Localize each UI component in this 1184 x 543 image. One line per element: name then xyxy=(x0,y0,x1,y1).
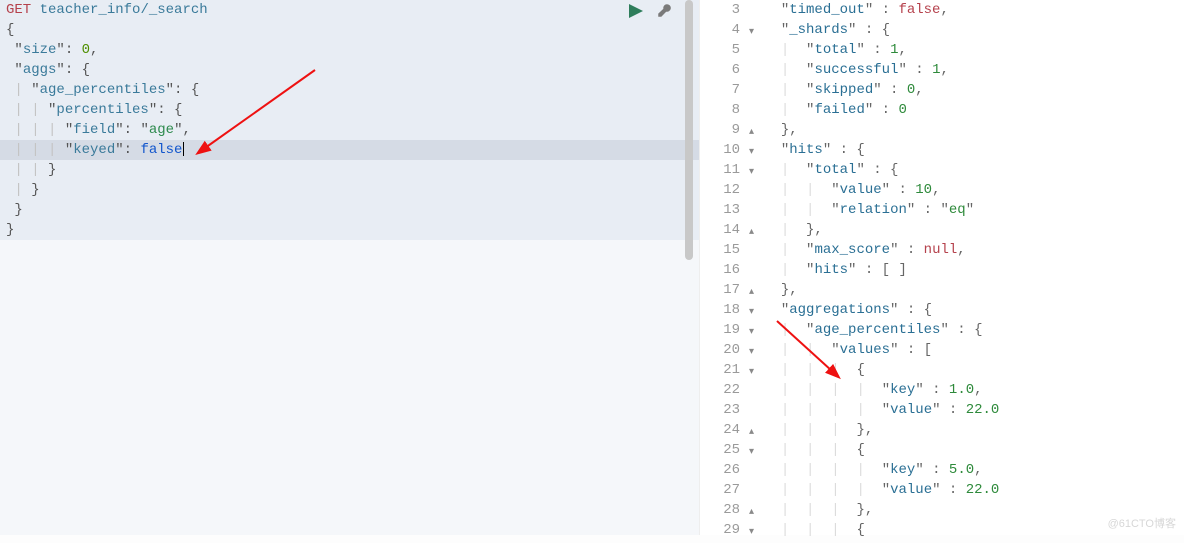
run-query-button[interactable] xyxy=(627,2,645,20)
resp-line: | | | }, xyxy=(764,500,999,520)
resp-line: | }, xyxy=(764,220,999,240)
text-cursor xyxy=(183,142,184,156)
resp-line: | | | { xyxy=(764,440,999,460)
watermark: @61CTO博客 xyxy=(1108,515,1176,531)
code-line: { xyxy=(0,20,699,40)
request-editor[interactable]: GET teacher_info/_search { "size": 0, "a… xyxy=(0,0,700,535)
code-line: "size": 0, xyxy=(0,40,699,60)
resp-line: | "hits" : [ ] xyxy=(764,260,999,280)
query-settings-button[interactable] xyxy=(655,2,673,20)
resp-line: | | | { xyxy=(764,360,999,380)
code-line: | | | "field": "age", xyxy=(0,120,699,140)
resp-line: "hits" : { xyxy=(764,140,999,160)
resp-line: | | | | "value" : 22.0 xyxy=(764,400,999,420)
code-line-active: | | | "keyed": false xyxy=(0,140,699,160)
resp-line: | | | }, xyxy=(764,420,999,440)
response-body: "timed_out" : false, "_shards" : { | "to… xyxy=(744,0,999,535)
resp-line: | | "relation" : "eq" xyxy=(764,200,999,220)
code-line: | | } xyxy=(0,160,699,180)
line-gutter: 3 4▾ 5 6 7 8 9▴ 10▾ 11▾ 12 13 14▴ 15 16 … xyxy=(700,0,744,535)
code-line: GET teacher_info/_search xyxy=(0,0,699,20)
code-line: | "age_percentiles": { xyxy=(0,80,699,100)
response-viewer[interactable]: 3 4▾ 5 6 7 8 9▴ 10▾ 11▾ 12 13 14▴ 15 16 … xyxy=(700,0,1184,535)
resp-line: | "age_percentiles" : { xyxy=(764,320,999,340)
resp-line: }, xyxy=(764,120,999,140)
wrench-icon xyxy=(656,3,672,19)
resp-line: | "skipped" : 0, xyxy=(764,80,999,100)
resp-line: }, xyxy=(764,280,999,300)
resp-line: "_shards" : { xyxy=(764,20,999,40)
resp-line: | | | | "key" : 5.0, xyxy=(764,460,999,480)
resp-line: | "successful" : 1, xyxy=(764,60,999,80)
editor-scrollbar[interactable] xyxy=(685,0,693,260)
resp-line: | "total" : 1, xyxy=(764,40,999,60)
request-path: teacher_info/_search xyxy=(40,2,208,18)
code-line: } xyxy=(0,220,699,240)
resp-line: | "total" : { xyxy=(764,160,999,180)
resp-line: | "failed" : 0 xyxy=(764,100,999,120)
resp-line: | | "value" : 10, xyxy=(764,180,999,200)
code-line: | } xyxy=(0,180,699,200)
editor-controls xyxy=(627,2,673,20)
code-line: | | "percentiles": { xyxy=(0,100,699,120)
resp-line: | | | { xyxy=(764,520,999,540)
resp-line: | | | | "key" : 1.0, xyxy=(764,380,999,400)
resp-line: | | | | "value" : 22.0 xyxy=(764,480,999,500)
resp-line: "timed_out" : false, xyxy=(764,0,999,20)
code-line: } xyxy=(0,200,699,220)
code-line: "aggs": { xyxy=(0,60,699,80)
resp-line: "aggregations" : { xyxy=(764,300,999,320)
resp-line: | | "values" : [ xyxy=(764,340,999,360)
play-icon xyxy=(629,4,643,18)
http-method: GET xyxy=(6,2,31,18)
resp-line: | "max_score" : null, xyxy=(764,240,999,260)
